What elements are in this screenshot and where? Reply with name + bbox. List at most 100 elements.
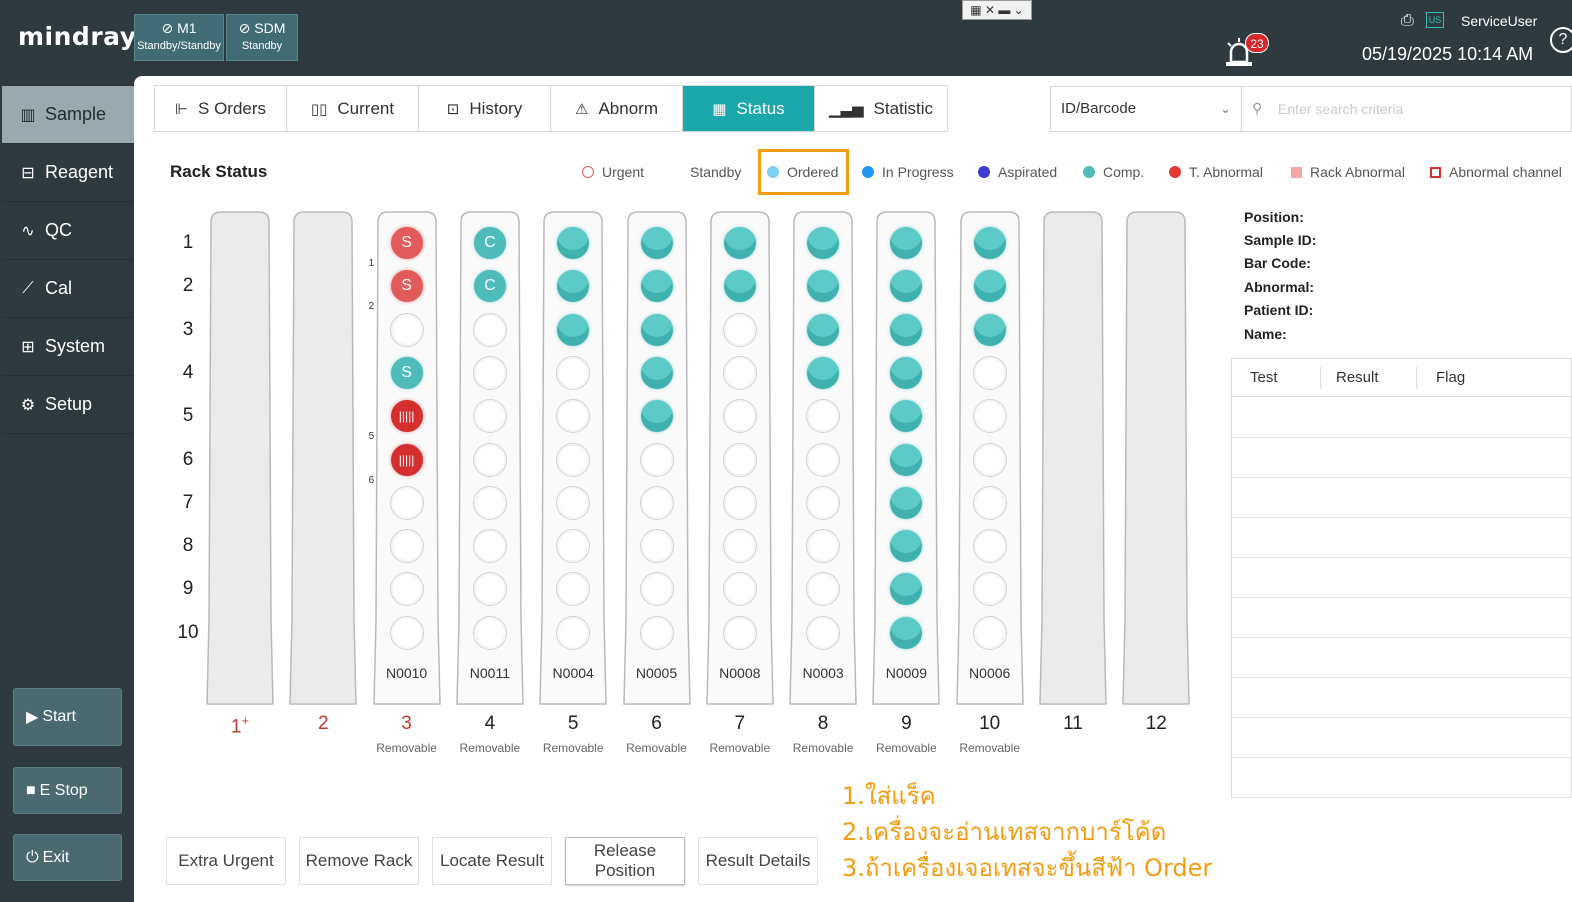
tab-statistic[interactable]: ▁▃▅ Statistic	[815, 86, 947, 131]
tube-slot-7[interactable]	[389, 485, 424, 520]
tube-slot-10[interactable]	[722, 615, 757, 650]
tube-slot-4[interactable]	[639, 355, 674, 390]
result-details-button[interactable]: Result Details	[698, 837, 818, 885]
tube-slot-4[interactable]	[722, 355, 757, 390]
tube-slot-10[interactable]	[889, 615, 924, 650]
tube-slot-7[interactable]	[639, 485, 674, 520]
tube-slot-5[interactable]	[722, 399, 757, 434]
tube-slot-8[interactable]	[639, 529, 674, 564]
tube-slot-9[interactable]	[972, 572, 1007, 607]
tab-current[interactable]: ▯▯ Current	[287, 86, 419, 131]
start-button[interactable]: ▶ Start	[13, 688, 122, 746]
sidebar-item-cal[interactable]: ⟋ Cal	[2, 260, 134, 318]
rack-6[interactable]: N0005	[622, 210, 692, 706]
tab-s-orders[interactable]: ⊩ S Orders	[155, 86, 287, 131]
tube-slot-10[interactable]	[472, 615, 507, 650]
tube-slot-5[interactable]	[639, 399, 674, 434]
extra-urgent-button[interactable]: Extra Urgent	[166, 837, 286, 885]
release-position-button[interactable]: Release Position	[565, 837, 685, 885]
rack-2[interactable]	[288, 210, 358, 706]
table-row[interactable]	[1232, 558, 1571, 598]
tube-slot-10[interactable]	[556, 615, 591, 650]
table-row[interactable]	[1232, 598, 1571, 638]
sidebar-item-setup[interactable]: ⚙ Setup	[2, 376, 134, 434]
printer-icon[interactable]: ⎙	[1401, 12, 1414, 30]
tube-slot-4[interactable]	[972, 355, 1007, 390]
tube-slot-7[interactable]	[722, 485, 757, 520]
tube-slot-8[interactable]	[806, 529, 841, 564]
tube-slot-3[interactable]	[389, 312, 424, 347]
search-type-select[interactable]: ID/Barcode ⌄	[1050, 86, 1242, 132]
tube-slot-5[interactable]	[472, 399, 507, 434]
remove-rack-button[interactable]: Remove Rack	[299, 837, 419, 885]
module-m1-status[interactable]: ⊘ M1 Standby/Standby	[134, 14, 224, 61]
tube-slot-2[interactable]: S	[389, 269, 424, 304]
tube-slot-8[interactable]	[972, 529, 1007, 564]
table-row[interactable]	[1232, 758, 1571, 798]
tube-slot-4[interactable]	[806, 355, 841, 390]
tube-slot-6[interactable]	[972, 442, 1007, 477]
tube-slot-8[interactable]	[389, 529, 424, 564]
tube-slot-4[interactable]	[472, 355, 507, 390]
sidebar-item-system[interactable]: ⊞ System	[2, 318, 134, 376]
tube-slot-3[interactable]	[972, 312, 1007, 347]
tube-slot-6[interactable]	[806, 442, 841, 477]
tube-slot-7[interactable]	[556, 485, 591, 520]
help-icon[interactable]: ?	[1550, 27, 1572, 53]
tab-abnorm[interactable]: ⚠ Abnorm	[551, 86, 683, 131]
tube-slot-3[interactable]	[722, 312, 757, 347]
tube-slot-1[interactable]	[722, 226, 757, 260]
tab-status[interactable]: ▦ Status	[683, 86, 815, 131]
table-row[interactable]	[1232, 718, 1571, 758]
rack-8[interactable]: N0003	[788, 210, 858, 706]
tube-slot-8[interactable]	[722, 529, 757, 564]
tube-slot-2[interactable]: C	[472, 269, 507, 304]
tube-slot-9[interactable]	[722, 572, 757, 607]
tube-slot-6[interactable]	[472, 442, 507, 477]
language-badge[interactable]: US	[1426, 12, 1444, 28]
tube-slot-6[interactable]	[556, 442, 591, 477]
sidebar-item-reagent[interactable]: ⊟ Reagent	[2, 144, 134, 202]
exit-button[interactable]: ⏻ Exit	[13, 834, 122, 881]
rack-12[interactable]	[1121, 210, 1191, 706]
tube-slot-2[interactable]	[972, 269, 1007, 304]
module-sdm-status[interactable]: ⊘ SDM Standby	[226, 14, 298, 61]
rack-10[interactable]: N0006	[955, 210, 1025, 706]
sidebar-item-sample[interactable]: ▥ Sample	[2, 86, 134, 144]
tube-slot-5[interactable]: |||||	[389, 399, 424, 434]
tube-slot-7[interactable]	[806, 485, 841, 520]
rack-7[interactable]: N0008	[705, 210, 775, 706]
tube-slot-1[interactable]	[556, 226, 591, 260]
tube-slot-3[interactable]	[806, 312, 841, 347]
tube-slot-1[interactable]	[639, 226, 674, 260]
table-row[interactable]	[1232, 398, 1571, 438]
sidebar-item-qc[interactable]: ∿ QC	[2, 202, 134, 260]
rack-9[interactable]: N0009	[871, 210, 941, 706]
tube-slot-8[interactable]	[472, 529, 507, 564]
result-table[interactable]: Test Result Flag	[1231, 358, 1572, 798]
tube-slot-2[interactable]	[722, 269, 757, 304]
tube-slot-3[interactable]	[556, 312, 591, 347]
tube-slot-5[interactable]	[972, 399, 1007, 434]
tube-slot-7[interactable]	[472, 485, 507, 520]
tube-slot-6[interactable]: |||||	[389, 442, 424, 477]
tube-slot-6[interactable]	[722, 442, 757, 477]
tube-slot-6[interactable]	[639, 442, 674, 477]
tube-slot-1[interactable]	[806, 226, 841, 260]
tube-slot-10[interactable]	[806, 615, 841, 650]
table-row[interactable]	[1232, 638, 1571, 678]
tube-slot-1[interactable]	[972, 226, 1007, 260]
rack-11[interactable]	[1038, 210, 1108, 706]
tube-slot-4[interactable]	[556, 355, 591, 390]
tube-slot-9[interactable]	[389, 572, 424, 607]
current-user[interactable]: ServiceUser	[1461, 13, 1537, 29]
locate-result-button[interactable]: Locate Result	[432, 837, 552, 885]
tube-slot-7[interactable]	[889, 485, 924, 520]
tab-history[interactable]: ⊡ History	[419, 86, 551, 131]
table-row[interactable]	[1232, 518, 1571, 558]
tube-slot-3[interactable]	[639, 312, 674, 347]
rack-3[interactable]: S 1 S 2 S ||||| 5 ||||| 6 N0010	[369, 210, 442, 706]
tube-slot-10[interactable]	[972, 615, 1007, 650]
table-row[interactable]	[1232, 438, 1571, 478]
tube-slot-1[interactable]: C	[472, 226, 507, 260]
